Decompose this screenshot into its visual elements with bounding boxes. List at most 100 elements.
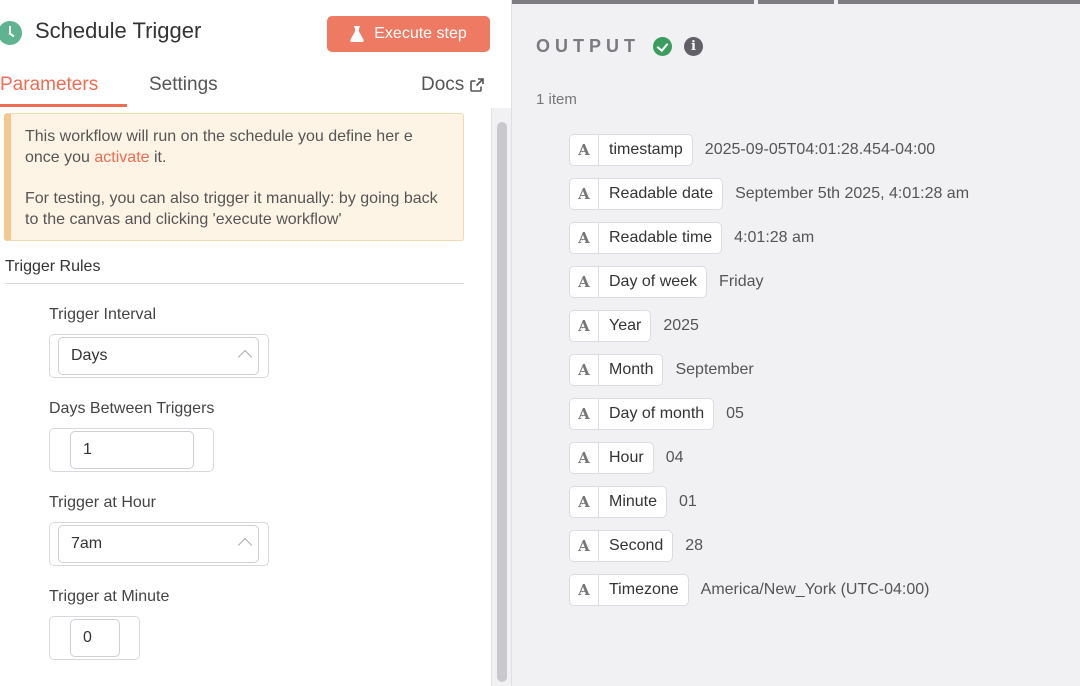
- field-key-chip[interactable]: Atimestamp: [569, 134, 693, 166]
- panel-tabs: Parameters Settings Docs: [0, 68, 511, 108]
- field-key-chip[interactable]: A Month: [569, 354, 664, 386]
- trigger-interval-label: Trigger Interval: [49, 306, 156, 323]
- trigger-interval-field: Days: [49, 334, 269, 378]
- trigger-rules-heading: Trigger Rules: [5, 258, 101, 275]
- active-tab-indicator: [0, 104, 127, 107]
- string-type-icon: A: [570, 223, 599, 253]
- output-field-row: A Day of week Friday: [569, 266, 764, 298]
- chevron-up-icon: [237, 349, 253, 365]
- field-key: Day of week: [609, 273, 698, 290]
- docs-label: Docs: [421, 74, 465, 95]
- output-field-row: Atimestamp 2025-09-05T04:01:28.454-04:00: [569, 134, 935, 166]
- field-key-chip[interactable]: A Day of month: [569, 398, 715, 430]
- string-type-icon: A: [570, 575, 599, 605]
- items-count: 1 item: [536, 91, 577, 108]
- field-key-chip[interactable]: A Hour: [569, 442, 654, 474]
- output-field-row: A Readable time 4:01:28 am: [569, 222, 814, 254]
- output-panel: OUTPUT i 1 item Atimestamp 2025-09-05T04:…: [511, 0, 1080, 686]
- clock-icon: [0, 21, 22, 45]
- scrollbar[interactable]: [491, 108, 511, 686]
- success-check-icon: [653, 37, 672, 56]
- field-key: Readable time: [609, 229, 713, 246]
- field-value: September 5th 2025, 4:01:28 am: [735, 185, 970, 202]
- info-icon[interactable]: i: [684, 37, 703, 56]
- execute-step-button[interactable]: Execute step: [327, 16, 490, 52]
- field-key: Year: [609, 317, 642, 334]
- string-type-icon: A: [570, 267, 599, 297]
- notice-text-2: For testing, you can also trigger it man…: [25, 190, 438, 228]
- field-value: Friday: [719, 273, 764, 290]
- schedule-notice: This workflow will run on the schedule y…: [4, 113, 464, 241]
- panel-header: Schedule Trigger Execute step: [0, 0, 511, 70]
- output-top-bar: [512, 0, 1080, 4]
- trigger-hour-field: 7am: [49, 522, 269, 566]
- trigger-hour-value: 7am: [71, 535, 103, 552]
- node-parameters-panel: Schedule Trigger Execute step Parameters…: [0, 0, 511, 686]
- field-value: America/New_York (UTC-04:00): [700, 581, 930, 598]
- field-key-chip[interactable]: A Readable time: [569, 222, 723, 254]
- output-field-row: A Day of month 05: [569, 398, 744, 430]
- field-value: 05: [726, 405, 744, 422]
- field-key-chip[interactable]: A Timezone: [569, 574, 689, 606]
- field-key: Day of month: [609, 405, 705, 422]
- trigger-hour-label: Trigger at Hour: [49, 494, 156, 511]
- trigger-interval-value: Days: [71, 347, 108, 364]
- days-between-input[interactable]: 1: [70, 431, 194, 469]
- field-key-chip[interactable]: A Readable date: [569, 178, 724, 210]
- output-field-row: A Month September: [569, 354, 754, 386]
- output-field-row: A Second 28: [569, 530, 703, 562]
- field-value: 04: [665, 449, 684, 466]
- field-value: 2025: [663, 317, 699, 334]
- divider: [5, 283, 464, 284]
- days-between-field: 1: [49, 428, 214, 472]
- field-key: Hour: [609, 449, 644, 466]
- field-key: Second: [609, 537, 664, 554]
- string-type-icon: A: [570, 355, 599, 385]
- string-type-icon: A: [570, 179, 599, 209]
- notice-text-1: This workflow will run on the schedule y…: [25, 128, 413, 166]
- field-value: 4:01:28 am: [734, 229, 815, 246]
- field-key: Month: [609, 361, 654, 378]
- execute-step-label: Execute step: [374, 25, 467, 42]
- trigger-hour-select[interactable]: 7am: [58, 525, 259, 563]
- tab-parameters[interactable]: Parameters: [0, 74, 98, 96]
- field-key-chip[interactable]: A Minute: [569, 486, 668, 518]
- string-type-icon: A: [570, 531, 599, 561]
- output-field-row: A Readable date September 5th 2025, 4:01:2…: [569, 178, 969, 210]
- parameters-content: This workflow will run on the schedule y…: [0, 108, 511, 686]
- field-value: 2025-09-05T04:01:28.454-04:00: [704, 141, 936, 158]
- trigger-minute-field: 0: [49, 616, 140, 660]
- output-field-row: A Minute 01: [569, 486, 697, 518]
- output-title: OUTPUT: [536, 36, 640, 56]
- field-value: September: [675, 361, 754, 378]
- trigger-interval-select[interactable]: Days: [58, 337, 259, 375]
- field-key: Minute: [609, 493, 658, 510]
- field-key: Readable date: [609, 185, 714, 202]
- output-field-row: A Timezone America/New_York (UTC-04:00): [569, 574, 929, 606]
- output-field-row: A Year 2025: [569, 310, 699, 342]
- string-type-icon: A: [570, 311, 599, 341]
- node-title: Schedule Trigger: [35, 18, 202, 43]
- tab-settings[interactable]: Settings: [149, 74, 218, 96]
- field-key-chip[interactable]: A Year: [569, 310, 652, 342]
- string-type-icon: A: [570, 487, 599, 517]
- output-field-row: A Hour 04: [569, 442, 683, 474]
- field-key-chip[interactable]: A Day of week: [569, 266, 708, 298]
- field-key: timestamp: [609, 141, 683, 158]
- string-type-icon: A: [570, 399, 599, 429]
- activate-link[interactable]: activate: [94, 149, 149, 166]
- field-value: 28: [685, 537, 704, 554]
- trigger-minute-input[interactable]: 0: [70, 619, 120, 657]
- field-value: 01: [679, 493, 697, 510]
- days-between-label: Days Between Triggers: [49, 400, 215, 417]
- string-type-icon: A: [570, 443, 599, 473]
- trigger-minute-label: Trigger at Minute: [49, 588, 170, 605]
- scrollbar-thumb[interactable]: [497, 122, 507, 682]
- field-key-chip[interactable]: A Second: [569, 530, 674, 562]
- flask-icon: [350, 26, 365, 42]
- docs-link[interactable]: Docs: [421, 74, 485, 96]
- chevron-up-icon: [237, 537, 253, 553]
- string-type-icon: A: [570, 135, 599, 165]
- field-key: Timezone: [609, 581, 679, 598]
- external-link-icon: [470, 78, 485, 92]
